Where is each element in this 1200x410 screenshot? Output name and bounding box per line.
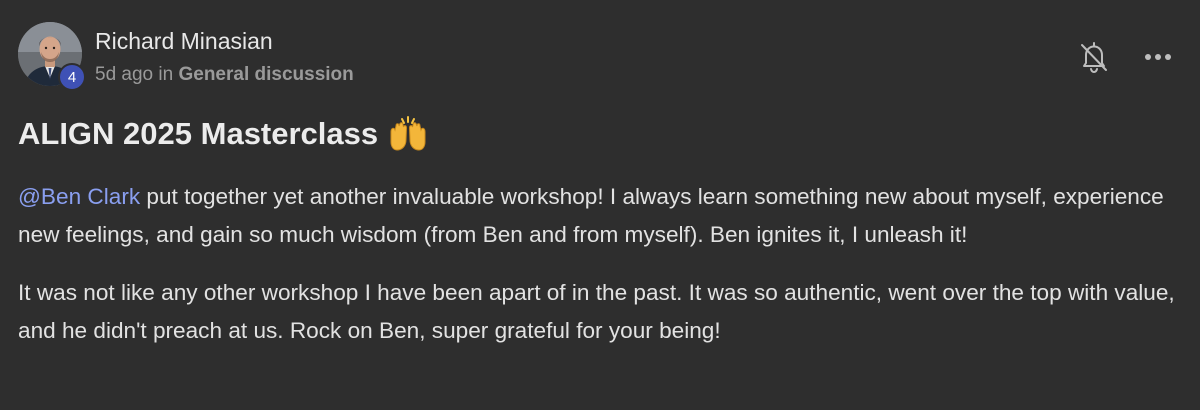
post-meta: 5d ago in General discussion xyxy=(95,64,354,86)
author-avatar-wrapper[interactable]: 4 xyxy=(18,22,86,91)
bell-off-icon xyxy=(1081,42,1107,74)
in-label: in xyxy=(158,64,174,85)
post-paragraph-1: @Ben Clark put together yet another inva… xyxy=(18,178,1188,254)
level-badge: 4 xyxy=(58,63,86,91)
post-paragraph-2: It was not like any other workshop I hav… xyxy=(18,280,1175,343)
author-name[interactable]: Richard Minasian xyxy=(95,28,273,55)
user-mention-link[interactable]: @Ben Clark xyxy=(18,184,140,209)
more-options-button[interactable] xyxy=(1140,46,1176,68)
post-card: 4 Richard Minasian 5d ago in General dis… xyxy=(0,0,1200,410)
raising-hands-icon xyxy=(388,116,428,152)
post-title: ALIGN 2025 Masterclass xyxy=(18,116,428,152)
category-link[interactable]: General discussion xyxy=(178,64,353,85)
post-title-text: ALIGN 2025 Masterclass xyxy=(18,116,379,151)
notification-toggle-button[interactable] xyxy=(1078,40,1110,74)
more-horizontal-icon xyxy=(1145,54,1171,60)
post-time: 5d ago xyxy=(95,64,154,85)
post-body: @Ben Clark put together yet another inva… xyxy=(18,178,1188,370)
paragraph-1-text: put together yet another invaluable work… xyxy=(18,184,1164,247)
